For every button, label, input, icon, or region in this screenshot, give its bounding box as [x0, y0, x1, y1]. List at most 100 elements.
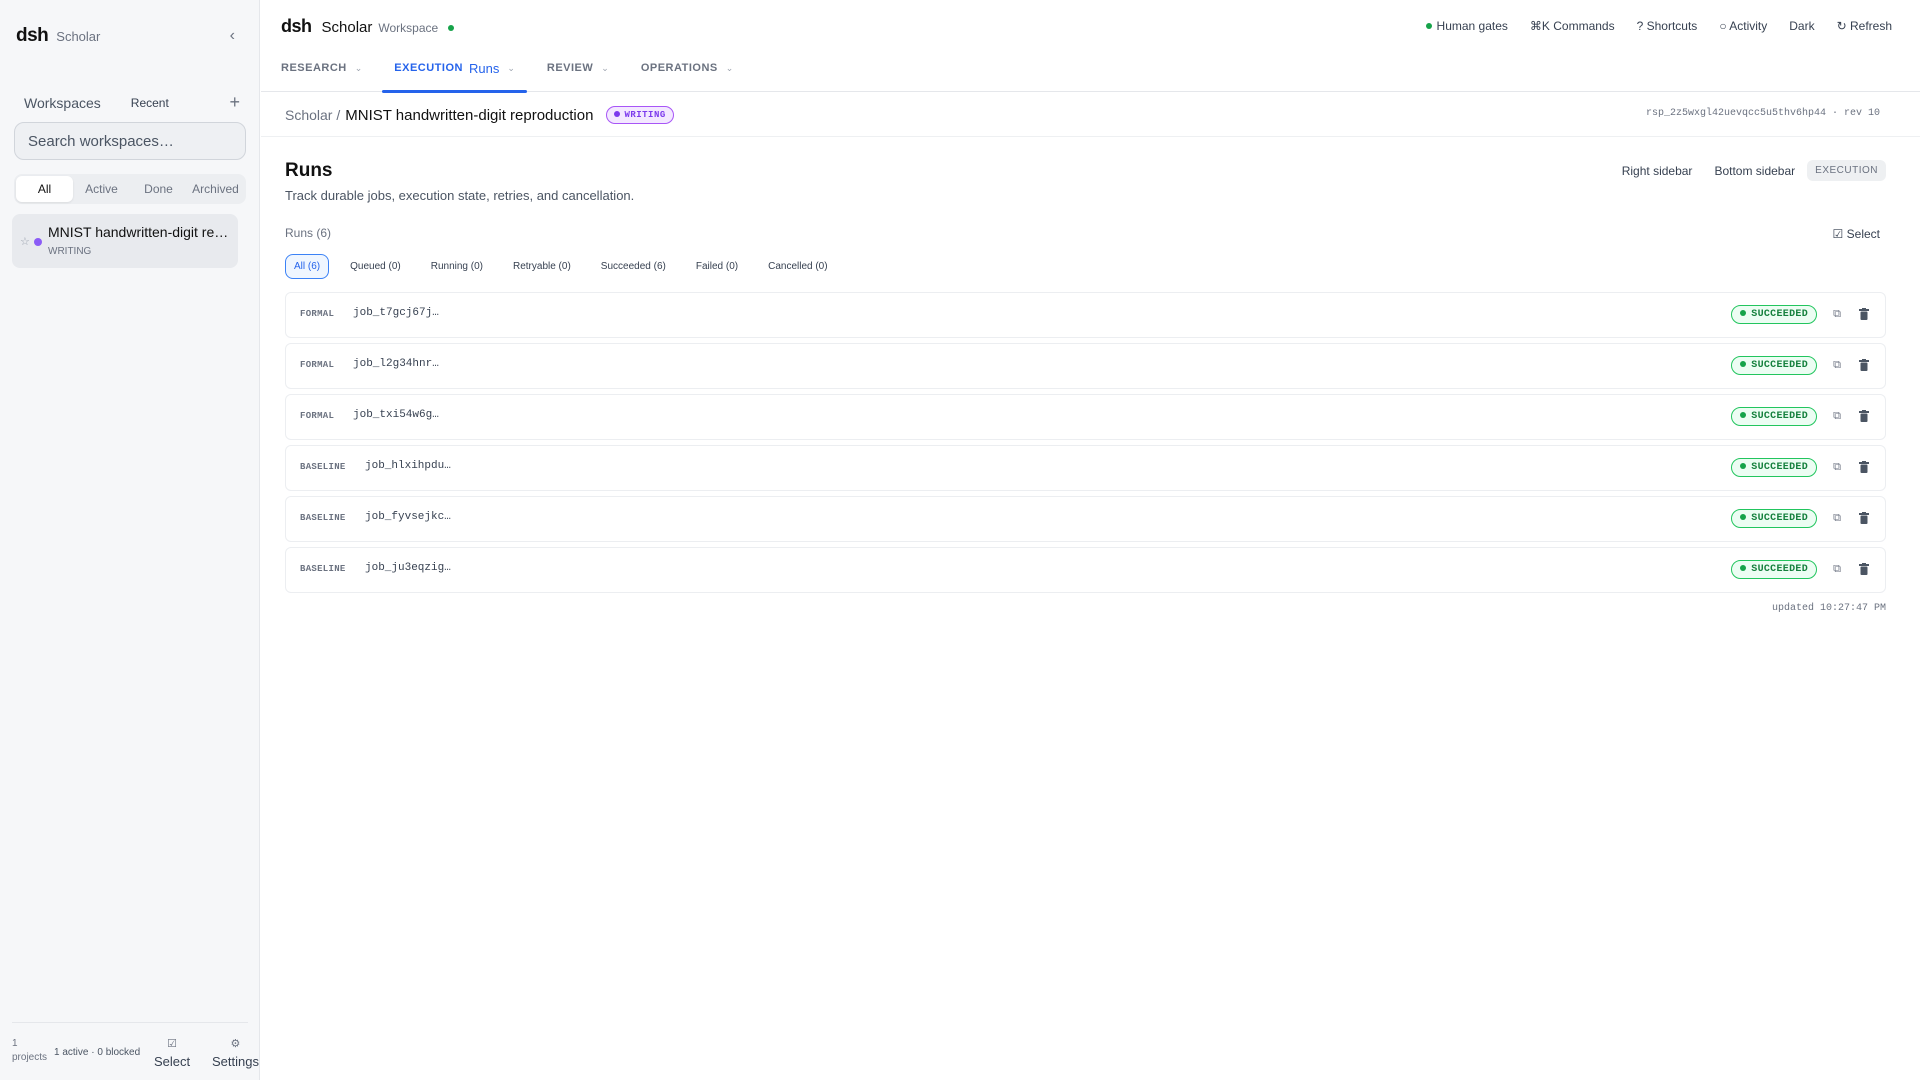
chevron-down-icon: ⌄: [601, 62, 609, 73]
runs-list: FORMAL job_t7gcj67j… SUCCEEDED ⧉ FORMAL …: [285, 292, 1886, 598]
workspaces-title: Workspaces: [24, 94, 101, 111]
collapse-sidebar-icon[interactable]: ‹: [230, 27, 235, 45]
filter-archived[interactable]: Archived: [187, 176, 244, 202]
filter-active[interactable]: Active: [73, 176, 130, 202]
sidebar-footer: 1 projects 1 active · 0 blocked ☑ Select…: [12, 1022, 259, 1080]
list-item[interactable]: FORMAL job_t7gcj67j… SUCCEEDED ⧉: [285, 292, 1886, 338]
trash-icon[interactable]: [1859, 563, 1869, 575]
brand-logo: dsh: [16, 25, 49, 46]
select-label: Select: [154, 1054, 191, 1069]
star-icon[interactable]: ☆: [20, 235, 30, 248]
status-badge: SUCCEEDED: [1731, 356, 1817, 375]
trash-icon[interactable]: [1859, 308, 1869, 320]
select-projects-button[interactable]: ☑ Select: [154, 1037, 190, 1069]
chevron-down-icon: ⌄: [507, 62, 515, 73]
right-sidebar-toggle[interactable]: Right sidebar: [1622, 164, 1693, 178]
shortcuts-button[interactable]: ? Shortcuts: [1637, 19, 1698, 33]
filter-queued[interactable]: Queued (0): [341, 254, 410, 279]
human-gates-label: Human gates: [1436, 19, 1508, 33]
list-item[interactable]: BASELINE job_ju3eqzig… SUCCEEDED ⧉: [285, 547, 1886, 593]
top-bar: dsh Scholar Workspace Human gates ⌘K Com…: [261, 0, 1920, 93]
copy-icon[interactable]: ⧉: [1833, 410, 1841, 423]
human-gates-button[interactable]: Human gates: [1425, 19, 1508, 33]
filter-failed[interactable]: Failed (0): [687, 254, 747, 279]
filter-all[interactable]: All (6): [285, 254, 330, 279]
projects-count-value: 1: [12, 1038, 18, 1049]
copy-icon[interactable]: ⧉: [1833, 563, 1841, 576]
brand-subtitle: Scholar: [56, 29, 101, 44]
filter-done[interactable]: Done: [130, 176, 187, 202]
add-workspace-icon[interactable]: +: [229, 92, 240, 113]
tab-research[interactable]: RESEARCH ⌄: [269, 44, 374, 92]
project-name: MNIST handwritten-digit reproduction: [48, 224, 232, 240]
copy-icon[interactable]: ⧉: [1833, 461, 1841, 474]
workspaces-header: Workspaces Recent +: [24, 92, 240, 113]
project-status: WRITING: [48, 246, 92, 257]
app-name: Scholar: [321, 19, 373, 36]
breadcrumb-root[interactable]: Scholar /: [285, 107, 340, 123]
section-title: Runs: [285, 160, 333, 181]
bottom-sidebar-toggle[interactable]: Bottom sidebar: [1714, 164, 1795, 178]
list-item[interactable]: BASELINE job_fyvsejkc… SUCCEEDED ⧉: [285, 496, 1886, 542]
run-kind: FORMAL: [300, 309, 335, 319]
tab-execution[interactable]: EXECUTION Runs ⌄: [382, 44, 527, 93]
tab-operations[interactable]: OPERATIONS ⌄: [629, 44, 745, 92]
runs-count: Runs (6): [285, 226, 332, 240]
status-badge: SUCCEEDED: [1731, 305, 1817, 324]
activity-button[interactable]: ○ Activity: [1719, 19, 1767, 33]
run-kind: BASELINE: [300, 564, 346, 574]
trash-icon[interactable]: [1859, 359, 1869, 371]
trash-icon[interactable]: [1859, 512, 1869, 524]
revision-id: rsp_2z5wxgl42uevqcc5u5thv6hp44 · rev 10: [1645, 108, 1880, 119]
filter-running[interactable]: Running (0): [422, 254, 492, 279]
gear-icon: ⚙: [230, 1038, 241, 1050]
tab-review[interactable]: REVIEW ⌄: [535, 44, 621, 92]
filter-retryable[interactable]: Retryable (0): [504, 254, 580, 279]
run-id: job_txi54w6g…: [353, 409, 439, 421]
project-item[interactable]: ☆ MNIST handwritten-digit reproduction W…: [12, 214, 238, 268]
settings-button[interactable]: ⚙ Settings: [212, 1037, 259, 1069]
run-kind: FORMAL: [300, 360, 335, 370]
tab-execution-label: EXECUTION: [394, 62, 463, 74]
run-id: job_ju3eqzig…: [365, 562, 451, 574]
settings-label: Settings: [212, 1054, 259, 1069]
run-status-filters: All (6) Queued (0) Running (0) Retryable…: [285, 254, 837, 279]
project-status-dot: [34, 238, 42, 246]
page-title: MNIST handwritten-digit reproduction: [345, 106, 594, 124]
copy-icon[interactable]: ⧉: [1833, 512, 1841, 525]
filter-all[interactable]: All: [16, 176, 73, 202]
sidebar: dsh Scholar ‹ Workspaces Recent + All Ac…: [0, 0, 260, 1080]
status-badge: SUCCEEDED: [1731, 509, 1817, 528]
status-badge: SUCCEEDED: [1731, 407, 1817, 426]
trash-icon[interactable]: [1859, 410, 1869, 422]
commands-button[interactable]: ⌘K Commands: [1530, 19, 1615, 33]
recent-sort-button[interactable]: Recent: [131, 96, 169, 110]
chevron-down-icon: ⌄: [725, 62, 734, 73]
top-actions: Human gates ⌘K Commands ? Shortcuts ○ Ac…: [1425, 19, 1892, 33]
select-runs-button[interactable]: ☑ Select: [1833, 227, 1880, 241]
list-item[interactable]: FORMAL job_l2g34hnr… SUCCEEDED ⧉: [285, 343, 1886, 389]
breadcrumb: Scholar / MNIST handwritten-digit reprod…: [285, 106, 674, 124]
filter-cancelled[interactable]: Cancelled (0): [759, 254, 836, 279]
workspace-search-input[interactable]: [14, 122, 246, 160]
workspace-title: dsh Scholar Workspace: [281, 16, 455, 37]
status-badge: WRITING: [606, 106, 674, 124]
filter-succeeded[interactable]: Succeeded (6): [592, 254, 675, 279]
status-badge: SUCCEEDED: [1731, 560, 1817, 579]
copy-icon[interactable]: ⧉: [1833, 359, 1841, 372]
refresh-button[interactable]: ↻ Refresh: [1837, 19, 1892, 33]
list-item[interactable]: FORMAL job_txi54w6g… SUCCEEDED ⧉: [285, 394, 1886, 440]
sidebar-header: dsh Scholar: [16, 25, 100, 47]
layout-tools: Right sidebar Bottom sidebar EXECUTION: [1622, 160, 1886, 181]
last-updated: updated 10:27:47 PM: [1771, 603, 1886, 614]
projects-count: 1 projects: [12, 1037, 47, 1065]
breadcrumb-bar: Scholar / MNIST handwritten-digit reprod…: [261, 93, 1920, 137]
main-content: Runs Track durable jobs, execution state…: [261, 138, 1920, 1080]
copy-icon[interactable]: ⧉: [1833, 308, 1841, 321]
theme-toggle[interactable]: Dark: [1789, 19, 1814, 33]
list-item[interactable]: BASELINE job_hlxihpdu… SUCCEEDED ⧉: [285, 445, 1886, 491]
main-nav: RESEARCH ⌄ EXECUTION Runs ⌄ REVIEW ⌄ OPE…: [261, 44, 745, 93]
run-kind: BASELINE: [300, 513, 346, 523]
trash-icon[interactable]: [1859, 461, 1869, 473]
section-description: Track durable jobs, execution state, ret…: [285, 188, 635, 203]
